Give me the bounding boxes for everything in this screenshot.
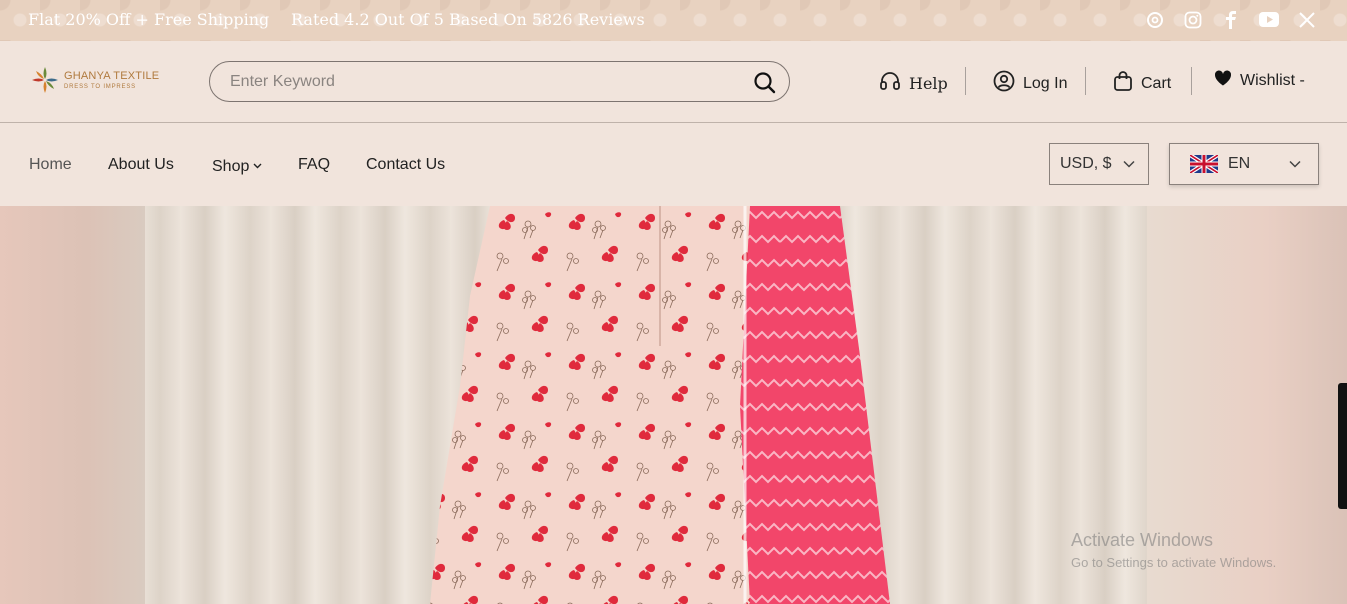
nav-item-about-us[interactable]: About Us — [108, 156, 174, 174]
youtube-icon[interactable] — [1258, 9, 1279, 30]
heart-icon — [1214, 70, 1232, 91]
model-image — [430, 206, 890, 604]
hero-banner[interactable]: Activate Windows Go to Settings to activ… — [0, 206, 1347, 604]
social-links — [1144, 9, 1317, 30]
divider — [965, 67, 966, 95]
chevron-down-icon — [1288, 157, 1302, 176]
search-icon[interactable] — [753, 71, 777, 95]
activate-title: Activate Windows — [1071, 530, 1214, 550]
chevron-down-icon — [1122, 157, 1136, 176]
facebook-icon[interactable] — [1220, 9, 1241, 30]
search-bar — [209, 61, 790, 102]
site-header: GHANYA TEXTILE DRESS TO IMPRESS Help Log… — [0, 41, 1347, 123]
help-label: Help — [909, 73, 948, 93]
uk-flag-icon — [1190, 155, 1218, 173]
wishlist-link[interactable]: Wishlist - — [1214, 70, 1305, 91]
currency-select[interactable]: USD, $ — [1049, 143, 1149, 185]
instagram-icon[interactable] — [1182, 9, 1203, 30]
divider — [1191, 67, 1192, 95]
language-select[interactable]: EN — [1169, 143, 1319, 185]
x-icon[interactable] — [1296, 9, 1317, 30]
language-value: EN — [1228, 155, 1251, 172]
headset-icon — [879, 70, 901, 96]
nav-item-faq[interactable]: FAQ — [298, 156, 330, 174]
nav-item-contact-us[interactable]: Contact Us — [366, 156, 445, 174]
shopping-bag-icon — [1113, 70, 1133, 97]
rating-text: Rated 4.2 Out Of 5 Based On 5826 Reviews — [291, 10, 645, 29]
cart-label: Cart — [1141, 74, 1172, 92]
main-nav: Home About Us Shop FAQ Contact Us USD, $… — [0, 123, 1347, 206]
logo-mark-icon — [32, 67, 58, 93]
logo[interactable]: GHANYA TEXTILE DRESS TO IMPRESS — [30, 65, 159, 95]
brand-name: GHANYA TEXTILE — [64, 69, 160, 82]
promo-text: Flat 20% Off + Free Shipping — [28, 10, 270, 29]
help-link[interactable]: Help — [879, 70, 948, 96]
login-label: Log In — [1023, 74, 1068, 92]
windows-activation-watermark: Activate Windows Go to Settings to activ… — [1071, 530, 1276, 570]
curtain-left — [0, 206, 145, 604]
nav-item-shop-label: Shop — [212, 158, 250, 175]
activate-subtitle: Go to Settings to activate Windows. — [1071, 555, 1277, 570]
nav-item-home[interactable]: Home — [29, 156, 72, 174]
chevron-down-icon — [253, 156, 262, 174]
announcement-bar: Flat 20% Off + Free Shipping Rated 4.2 O… — [0, 0, 1347, 41]
brand-tagline: DRESS TO IMPRESS — [64, 83, 136, 90]
search-input[interactable] — [230, 71, 730, 93]
threads-icon[interactable] — [1144, 9, 1165, 30]
wishlist-label: Wishlist - — [1240, 71, 1305, 89]
user-icon — [993, 70, 1015, 97]
side-widget-tab[interactable] — [1338, 383, 1347, 509]
nav-item-shop[interactable]: Shop — [212, 156, 262, 176]
cart-link[interactable]: Cart — [1113, 70, 1171, 97]
login-link[interactable]: Log In — [993, 70, 1067, 97]
divider — [1085, 67, 1086, 95]
currency-value: USD, $ — [1060, 155, 1112, 172]
